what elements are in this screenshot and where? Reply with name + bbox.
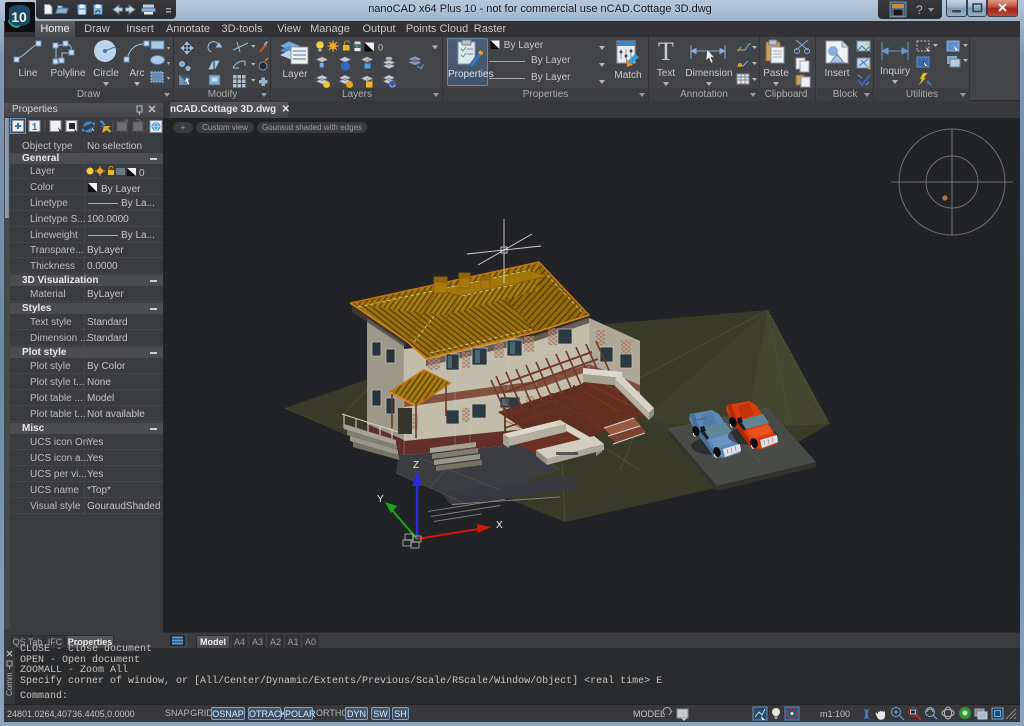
svg-text:Comm: Comm: [5, 672, 14, 696]
svg-text:1: 1: [32, 122, 38, 133]
svg-text:+: +: [181, 123, 186, 132]
svg-text:Custom view: Custom view: [202, 123, 248, 132]
svg-text:0: 0: [139, 168, 145, 179]
svg-text:T: T: [658, 39, 674, 65]
svg-text:?: ?: [916, 3, 923, 17]
svg-text:X: X: [496, 520, 503, 531]
svg-text:Gouraud shaded with edges: Gouraud shaded with edges: [262, 123, 362, 132]
svg-text:Z: Z: [413, 460, 419, 471]
svg-text:0: 0: [378, 43, 383, 53]
svg-text:Y: Y: [377, 494, 384, 505]
svg-text:10: 10: [11, 9, 27, 25]
svg-text:By Layer: By Layer: [101, 184, 141, 195]
